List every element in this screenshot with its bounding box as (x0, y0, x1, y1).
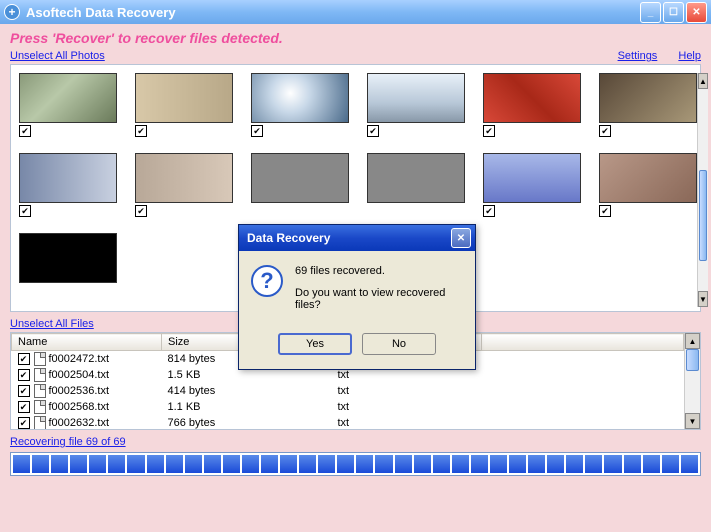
file-icon (34, 416, 46, 429)
file-checkbox[interactable] (18, 401, 30, 413)
maximize-button[interactable]: ☐ (663, 2, 684, 23)
recovery-dialog: Data Recovery ✕ ? 69 files recovered. Do… (238, 224, 476, 370)
photo-thumb[interactable] (251, 73, 349, 137)
file-icon (34, 368, 46, 382)
photo-thumb[interactable] (135, 153, 233, 217)
help-link[interactable]: Help (678, 50, 701, 62)
dialog-close-button[interactable]: ✕ (451, 228, 471, 248)
file-checkbox[interactable] (18, 353, 30, 365)
top-links: Unselect All Photos Settings Help (10, 50, 701, 62)
photo-thumb[interactable] (483, 73, 581, 137)
scroll-up-icon[interactable]: ▲ (698, 73, 708, 89)
photo-thumb[interactable] (19, 153, 117, 217)
photo-thumb[interactable] (599, 153, 697, 217)
dialog-titlebar[interactable]: Data Recovery ✕ (239, 225, 475, 251)
photo-checkbox[interactable] (251, 125, 263, 137)
photo-thumb[interactable] (251, 153, 349, 217)
photo-checkbox[interactable] (483, 125, 495, 137)
unselect-all-files-link[interactable]: Unselect All Files (10, 318, 94, 330)
file-icon (34, 400, 46, 414)
photo-scrollbar[interactable]: ▲ ▼ (697, 73, 708, 307)
unselect-all-photos-link[interactable]: Unselect All Photos (10, 50, 105, 62)
progress-bar (10, 452, 701, 476)
yes-button[interactable]: Yes (278, 333, 352, 355)
status-text: Recovering file 69 of 69 (10, 436, 701, 448)
minimize-button[interactable]: _ (640, 2, 661, 23)
app-body: Press 'Recover' to recover files detecte… (0, 24, 711, 532)
photo-checkbox[interactable] (135, 205, 147, 217)
photo-thumb[interactable] (599, 73, 697, 137)
table-row[interactable]: f0002536.txt414 bytestxt (12, 383, 684, 399)
no-button[interactable]: No (362, 333, 436, 355)
dialog-line1: 69 files recovered. (295, 265, 463, 277)
file-checkbox[interactable] (18, 417, 30, 429)
photo-checkbox[interactable] (19, 205, 31, 217)
scroll-down-icon[interactable]: ▼ (698, 291, 708, 307)
table-row[interactable]: f0002632.txt766 bytestxt (12, 415, 684, 429)
file-icon (34, 352, 46, 366)
photo-thumb[interactable] (135, 73, 233, 137)
file-checkbox[interactable] (18, 385, 30, 397)
titlebar: + Asoftech Data Recovery _ ☐ ✕ (0, 0, 711, 24)
files-scrollbar[interactable]: ▲ ▼ (684, 333, 700, 429)
photo-thumb[interactable] (367, 73, 465, 137)
settings-link[interactable]: Settings (618, 50, 658, 62)
col-blank[interactable] (482, 334, 684, 351)
photo-checkbox[interactable] (483, 205, 495, 217)
photo-checkbox[interactable] (367, 125, 379, 137)
photo-checkbox[interactable] (135, 125, 147, 137)
photo-checkbox[interactable] (599, 125, 611, 137)
dialog-line2: Do you want to view recovered files? (295, 287, 463, 311)
col-name[interactable]: Name (12, 334, 162, 351)
file-icon (34, 384, 46, 398)
app-icon: + (4, 4, 20, 20)
photo-checkbox[interactable] (19, 125, 31, 137)
question-icon: ? (251, 265, 283, 297)
photo-thumb[interactable] (19, 233, 117, 283)
photo-thumb[interactable] (367, 153, 465, 217)
scroll-down-icon[interactable]: ▼ (685, 413, 700, 429)
photo-thumb[interactable] (19, 73, 117, 137)
scroll-up-icon[interactable]: ▲ (685, 333, 700, 349)
app-title: Asoftech Data Recovery (26, 5, 176, 20)
instruction-text: Press 'Recover' to recover files detecte… (10, 30, 701, 46)
photo-thumb[interactable] (483, 153, 581, 217)
close-button[interactable]: ✕ (686, 2, 707, 23)
file-checkbox[interactable] (18, 369, 30, 381)
dialog-title: Data Recovery (247, 231, 330, 245)
photo-checkbox[interactable] (599, 205, 611, 217)
table-row[interactable]: f0002568.txt1.1 KBtxt (12, 399, 684, 415)
